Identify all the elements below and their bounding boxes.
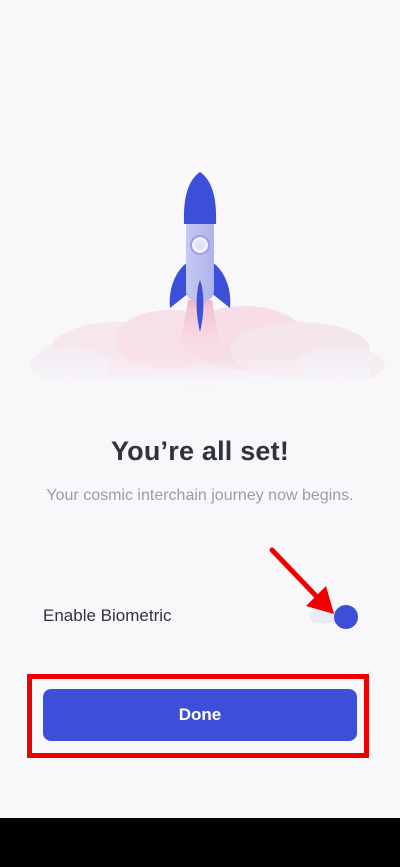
- page-subtitle: Your cosmic interchain journey now begin…: [46, 487, 354, 504]
- rocket-icon: [169, 172, 231, 332]
- system-nav-bar: [0, 818, 400, 867]
- done-button[interactable]: Done: [43, 689, 357, 741]
- completion-screen: You’re all set! Your cosmic interchain j…: [0, 0, 400, 818]
- page-title: You’re all set!: [110, 436, 290, 466]
- biometric-label: Enable Biometric: [43, 606, 172, 625]
- red-arrow-annotation: [269, 547, 334, 614]
- rocket-illustration: [30, 172, 385, 395]
